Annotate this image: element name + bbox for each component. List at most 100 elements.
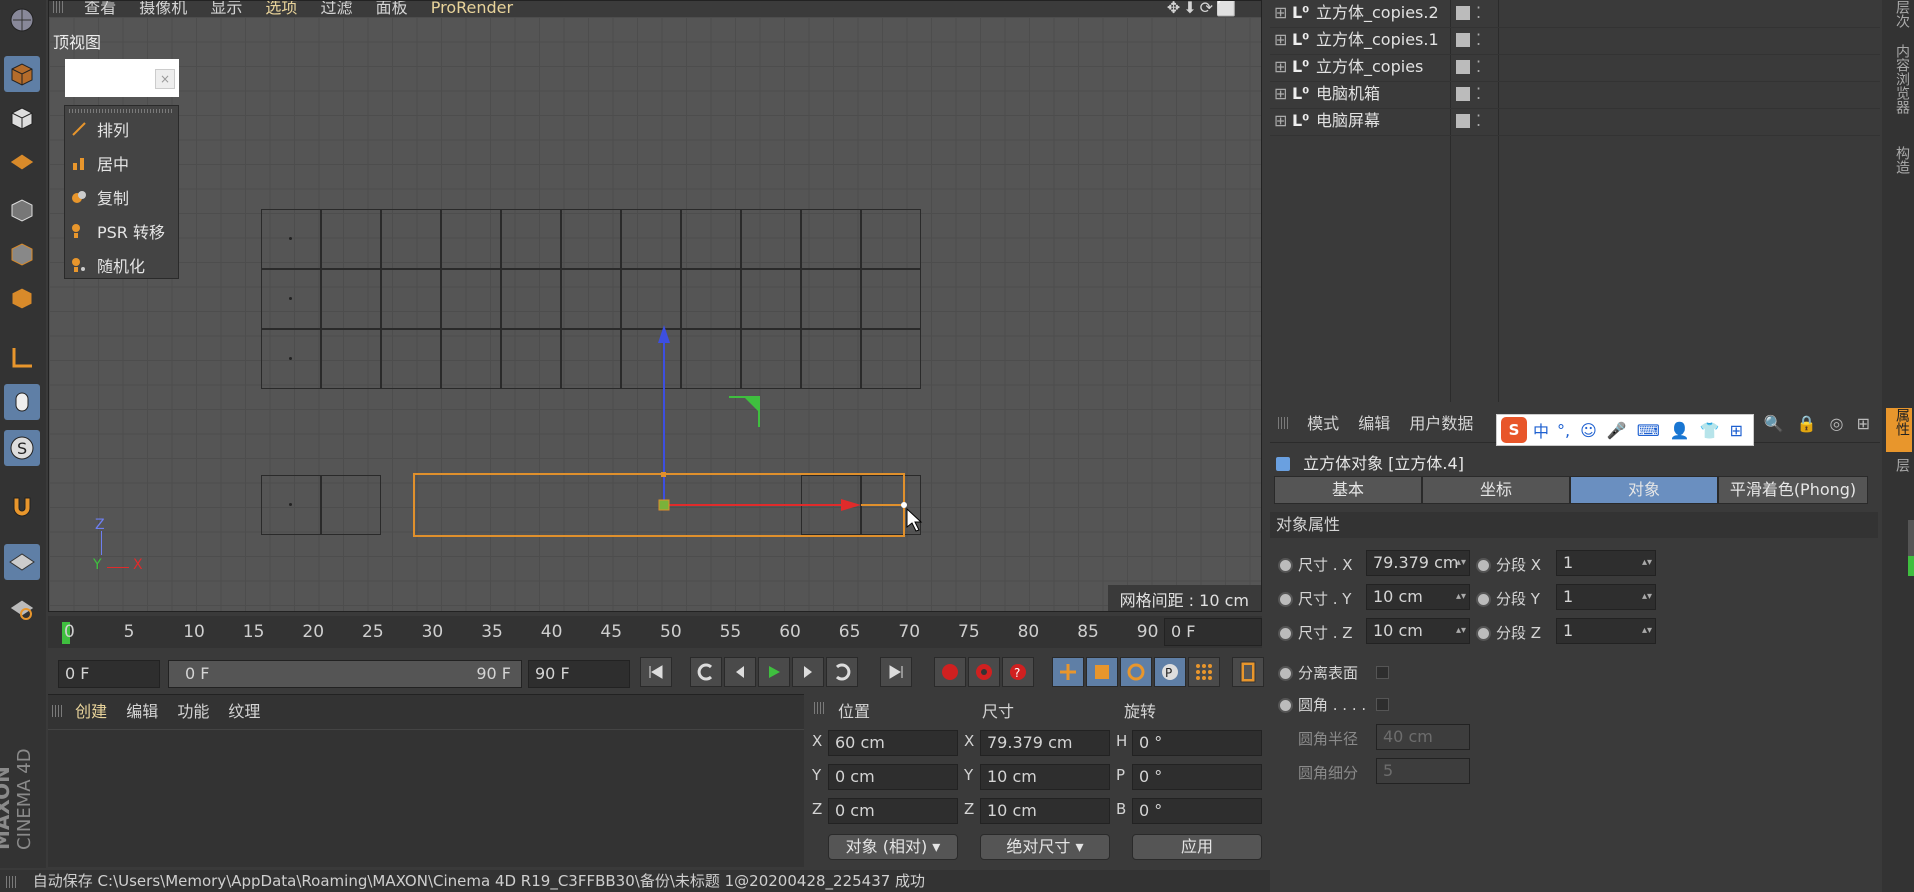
size-mode-dropdown[interactable]: 绝对尺寸 ▾ xyxy=(980,834,1110,860)
object-row[interactable]: ⊞ L⁰ 电脑机箱 ⁚ xyxy=(1270,81,1880,109)
grid-lock-icon[interactable] xyxy=(4,544,40,580)
emoji-icon[interactable]: ☺ xyxy=(1580,421,1597,440)
size-y-radio[interactable] xyxy=(1278,592,1293,607)
visibility-dots-icon[interactable]: ⁚ xyxy=(1476,54,1481,80)
go-to-start-icon[interactable] xyxy=(640,657,672,687)
object-name[interactable]: 立方体_copies.1 xyxy=(1316,27,1439,53)
visibility-dots-icon[interactable]: ⁚ xyxy=(1476,27,1481,53)
punctuation-icon[interactable]: °, xyxy=(1557,421,1570,440)
apply-button[interactable]: 应用 xyxy=(1132,834,1262,860)
polygons-mode-icon[interactable] xyxy=(4,280,40,316)
separate-surfaces-checkbox[interactable] xyxy=(1376,666,1389,679)
range-slider[interactable]: 0 F 90 F xyxy=(168,660,522,688)
menu-options[interactable]: 选项 xyxy=(265,1,297,17)
tab-layers[interactable]: 层 xyxy=(1886,458,1912,488)
next-key-icon[interactable] xyxy=(826,657,858,687)
size-z-input[interactable]: 10 cm ▴▾ xyxy=(1366,618,1470,644)
menu-mode[interactable]: 模式 xyxy=(1307,414,1339,433)
object-row[interactable]: ⊞ L⁰ 立方体_copies ⁚ xyxy=(1270,54,1880,82)
menu-prorender[interactable]: ProRender xyxy=(431,1,513,17)
size-x-input[interactable]: 79.379 cm ▴▾ xyxy=(1366,550,1470,576)
toolbox-grid-icon[interactable]: ⊞ xyxy=(1730,421,1743,440)
fillet-checkbox[interactable] xyxy=(1376,698,1389,711)
edges-mode-icon[interactable] xyxy=(4,236,40,272)
tab-coord[interactable]: 坐标 xyxy=(1422,476,1570,504)
expand-icon[interactable]: ⊞ xyxy=(1274,0,1287,26)
size-x-radio[interactable] xyxy=(1278,558,1293,573)
menu-texture[interactable]: 纹理 xyxy=(228,702,260,721)
ime-toolbar[interactable]: S 中 °, ☺ 🎤 ⌨ 👤 👕 ⊞ xyxy=(1496,414,1754,446)
menu-camera[interactable]: 摄像机 xyxy=(139,1,187,17)
autokey-icon[interactable] xyxy=(968,657,1000,687)
size-x-field[interactable]: 79.379 cm xyxy=(980,730,1110,756)
start-frame-field[interactable]: 0 F xyxy=(58,660,160,688)
menu-user-data[interactable]: 用户数据 xyxy=(1409,414,1473,433)
size-z-field[interactable]: 10 cm xyxy=(980,798,1110,824)
viewport-canvas[interactable]: 顶视图 × Z Y X 网格间距: 10 cm xyxy=(49,17,1262,612)
model-mode-cube-icon[interactable] xyxy=(4,56,40,92)
key-scale-icon[interactable] xyxy=(1086,657,1118,687)
object-row[interactable]: ⊞ L⁰ 电脑屏幕 ⁚ xyxy=(1270,108,1880,136)
viewport[interactable]: 查看 摄像机 显示 选项 过滤 面板 ProRender ✥⬇⟳⬜ 顶视图 × xyxy=(48,0,1262,612)
object-name[interactable]: 立方体_copies.2 xyxy=(1316,0,1439,26)
undo-globe-icon[interactable] xyxy=(4,2,40,38)
timeline-window-icon[interactable] xyxy=(1232,657,1264,687)
menu-display[interactable]: 显示 xyxy=(210,1,242,17)
rotation-b-field[interactable]: 0 ° xyxy=(1132,798,1262,824)
seg-z-radio[interactable] xyxy=(1476,626,1491,641)
size-z-radio[interactable] xyxy=(1278,626,1293,641)
tab-construction[interactable]: 构造 xyxy=(1886,146,1912,186)
viewport-nav-icons[interactable]: ✥⬇⟳⬜ xyxy=(1167,1,1239,16)
menu-filter[interactable]: 过滤 xyxy=(321,1,353,17)
rotation-p-field[interactable]: 0 ° xyxy=(1132,764,1262,790)
user-icon[interactable]: 👤 xyxy=(1670,421,1690,440)
move-gizmo[interactable] xyxy=(49,17,1262,612)
key-parameter-icon[interactable]: P xyxy=(1154,657,1186,687)
menu-edit-attr[interactable]: 编辑 xyxy=(1358,414,1390,433)
magnet-icon[interactable] xyxy=(4,488,40,524)
position-z-field[interactable]: 0 cm xyxy=(828,798,958,824)
size-y-field[interactable]: 10 cm xyxy=(980,764,1110,790)
tag-icon[interactable] xyxy=(1456,114,1470,128)
object-name[interactable]: 立方体_copies xyxy=(1316,54,1423,80)
menu-function[interactable]: 功能 xyxy=(177,702,209,721)
size-y-input[interactable]: 10 cm ▴▾ xyxy=(1366,584,1470,610)
popup-item-randomize[interactable]: 随机化 xyxy=(65,248,178,281)
visibility-dots-icon[interactable]: ⁚ xyxy=(1476,0,1481,26)
menu-panel[interactable]: 面板 xyxy=(376,1,408,17)
scrollbar-thumb[interactable] xyxy=(1908,556,1914,576)
rotation-h-field[interactable]: 0 ° xyxy=(1132,730,1262,756)
object-name[interactable]: 电脑机箱 xyxy=(1316,81,1380,107)
timeline-ruler[interactable]: 0 5 10 15 20 25 30 35 40 45 50 55 60 65 70 75 80 85 90 0 F xyxy=(48,616,1262,648)
position-y-field[interactable]: 0 cm xyxy=(828,764,958,790)
seg-y-input[interactable]: 1 ▴▾ xyxy=(1556,584,1656,610)
texture-mode-icon[interactable] xyxy=(4,100,40,136)
object-row[interactable]: ⊞ L⁰ 立方体_copies.2 ⁚ xyxy=(1270,0,1880,28)
workplane-icon[interactable] xyxy=(4,144,40,180)
go-to-end-icon[interactable] xyxy=(880,657,912,687)
object-name[interactable]: 电脑屏幕 xyxy=(1316,108,1380,134)
play-forward-icon[interactable] xyxy=(758,657,790,687)
expand-icon[interactable]: ⊞ xyxy=(1274,27,1287,53)
expand-icon[interactable]: ⊞ xyxy=(1274,54,1287,80)
object-row[interactable]: ⊞ L⁰ 立方体_copies.1 ⁚ xyxy=(1270,27,1880,55)
tag-icon[interactable] xyxy=(1456,60,1470,74)
snap-s-icon[interactable]: S xyxy=(4,430,40,466)
tag-icon[interactable] xyxy=(1456,6,1470,20)
menu-create[interactable]: 创建 xyxy=(75,702,107,721)
seg-y-radio[interactable] xyxy=(1476,592,1491,607)
popup-item-center[interactable]: 居中 xyxy=(65,146,178,179)
tab-basic[interactable]: 基本 xyxy=(1274,476,1422,504)
record-key-icon[interactable] xyxy=(934,657,966,687)
menu-edit[interactable]: 编辑 xyxy=(126,702,158,721)
keyboard-icon[interactable]: ⌨ xyxy=(1637,421,1660,440)
grid-workplane-icon[interactable] xyxy=(4,590,40,626)
separate-surfaces-radio[interactable] xyxy=(1278,666,1293,681)
keyframe-selection-icon[interactable]: ? xyxy=(1002,657,1034,687)
key-rotation-icon[interactable] xyxy=(1120,657,1152,687)
menu-view[interactable]: 查看 xyxy=(84,1,116,17)
visibility-dots-icon[interactable]: ⁚ xyxy=(1476,81,1481,107)
tab-content-browser[interactable]: 内容浏览器 xyxy=(1886,44,1912,134)
tab-attributes[interactable]: 属性 xyxy=(1886,408,1912,452)
skin-shirt-icon[interactable]: 👕 xyxy=(1700,421,1720,440)
